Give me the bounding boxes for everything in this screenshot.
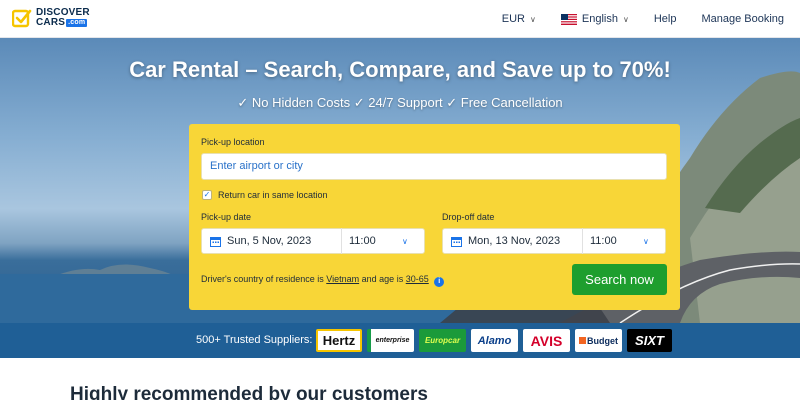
sixt-logo: SIXT [627,329,672,352]
chevron-down-icon: ∨ [643,236,649,246]
manage-booking-link[interactable]: Manage Booking [701,13,784,25]
dropoff-date-label: Drop-off date [442,212,495,222]
search-panel: Pick-up location Enter airport or city ✓… [189,124,680,310]
budget-logo: Budget [575,329,622,352]
pickup-date-label: Pick-up date [201,212,252,222]
pickup-location-label: Pick-up location [201,137,265,147]
driver-age-link[interactable]: 30-65 [406,274,429,284]
logo-suffix: .com [66,19,88,27]
europcar-logo: Europcar [419,329,466,352]
pickup-date-field[interactable]: Sun, 5 Nov, 2023 11:00 ∨ [201,228,425,254]
return-same-location-checkbox[interactable]: ✓ [202,190,212,200]
calendar-icon [451,236,462,247]
avis-logo: AVIS [523,329,570,352]
hertz-logo: Hertz [316,329,362,352]
currency-selector[interactable]: EUR ∨ [502,13,536,25]
residence-country-link[interactable]: Vietnam [326,274,359,284]
info-icon[interactable]: i [434,277,445,287]
hero-subtitle: ✓ No Hidden Costs ✓ 24/7 Support ✓ Free … [237,95,563,110]
enterprise-logo: enterprise [367,329,414,352]
suppliers-label: 500+ Trusted Suppliers: [196,334,313,346]
return-same-location-label: Return car in same location [218,190,328,200]
budget-mark-icon [579,337,586,344]
residence-prefix: Driver's country of residence is [201,274,324,284]
us-flag-icon [560,13,577,25]
logo-line2: CARS [36,17,66,28]
chevron-down-icon: ∨ [622,14,629,24]
recommended-section-title: Highly recommended by our customers [70,384,428,400]
trusted-suppliers-band: 500+ Trusted Suppliers: Hertz enterprise… [0,323,800,358]
pickup-location-input[interactable]: Enter airport or city [201,153,667,180]
budget-logo-text: Budget [587,335,618,346]
logo-wordmark: DISCOVER CARS .com [36,8,90,28]
language-selector[interactable]: English ∨ [560,13,629,25]
residence-info: Driver's country of residence is Vietnam… [201,274,445,287]
residence-mid: and age is [361,274,404,284]
dropoff-time-value[interactable]: 11:00 [583,235,643,247]
calendar-icon [210,236,221,247]
dropoff-date-value: Mon, 13 Nov, 2023 [468,228,583,254]
top-nav: EUR ∨ English ∨ Help Manage Booking [477,0,784,38]
help-link[interactable]: Help [654,13,677,25]
dropoff-date-field[interactable]: Mon, 13 Nov, 2023 11:00 ∨ [442,228,666,254]
search-now-button[interactable]: Search now [572,264,667,295]
alamo-logo: Alamo [471,329,518,352]
chevron-down-icon: ∨ [530,14,536,24]
discovercars-logo[interactable]: DISCOVER CARS .com [12,8,90,28]
top-header: DISCOVER CARS .com EUR ∨ English ∨ Help M… [0,0,800,38]
hero-title: Car Rental – Search, Compare, and Save u… [129,57,671,82]
pickup-date-value: Sun, 5 Nov, 2023 [227,228,342,254]
currency-label: EUR [501,13,526,25]
pickup-time-value[interactable]: 11:00 [342,235,402,247]
chevron-down-icon: ∨ [402,236,408,246]
language-label: English [581,13,618,25]
logo-check-icon [12,9,32,28]
